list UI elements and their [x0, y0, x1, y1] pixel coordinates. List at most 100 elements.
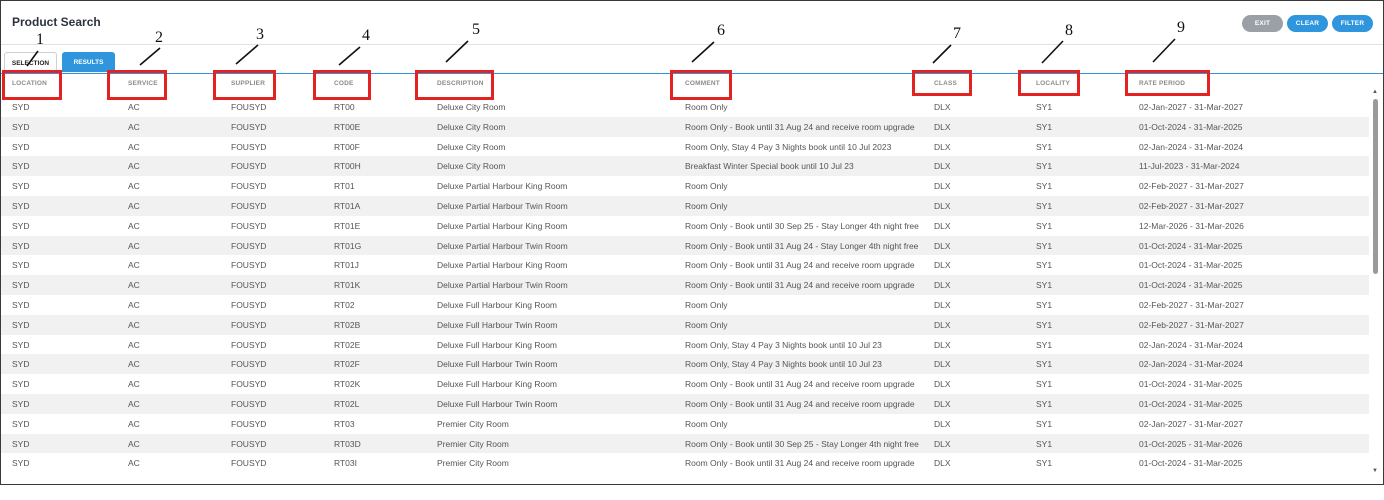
cell-comment: Room Only - Book until 31 Aug 24 and rec…	[685, 121, 915, 132]
table-row[interactable]: SYD AC FOUSYD RT01J Deluxe Partial Harbour K…	[1, 255, 1369, 275]
cell-locality: SY1	[1036, 418, 1053, 429]
cell-description: Deluxe City Room	[437, 121, 506, 132]
cell-code: RT02E	[334, 339, 361, 350]
cell-code: RT03	[334, 418, 355, 429]
cell-location: SYD	[12, 458, 30, 469]
cell-locality: SY1	[1036, 339, 1053, 350]
cell-location: SYD	[12, 359, 30, 370]
cell-service: AC	[128, 181, 140, 192]
cell-code: RT02F	[334, 359, 360, 370]
cell-supplier: FOUSYD	[231, 299, 267, 310]
cell-location: SYD	[12, 181, 30, 192]
cell-comment: Room Only, Stay 4 Pay 3 Nights book unti…	[685, 359, 882, 370]
table-row[interactable]: SYD AC FOUSYD RT01 Deluxe Partial Harbour Ki…	[1, 176, 1369, 196]
cell-locality: SY1	[1036, 438, 1053, 449]
cell-supplier: FOUSYD	[231, 260, 267, 271]
cell-class: DLX	[934, 438, 951, 449]
table-row[interactable]: SYD AC FOUSYD RT01G Deluxe Partial Harbour T…	[1, 235, 1369, 256]
filter-button[interactable]: FILTER	[1332, 15, 1373, 32]
tab-results[interactable]: RESULTS	[62, 52, 115, 72]
cell-rate-period: 02-Jan-2027 - 31-Mar-2027	[1139, 418, 1243, 429]
table-row[interactable]: SYD AC FOUSYD RT03 Premier City Room Room Onl…	[1, 414, 1369, 434]
table-row[interactable]: SYD AC FOUSYD RT03I Premier City Room Room On…	[1, 453, 1369, 473]
cell-location: SYD	[12, 418, 30, 429]
table-row[interactable]: SYD AC FOUSYD RT02L Deluxe Full Harbour Twin…	[1, 393, 1369, 414]
table-row[interactable]: SYD AC FOUSYD RT02F Deluxe Full Harbour Twin…	[1, 354, 1369, 375]
exit-button[interactable]: EXIT	[1242, 15, 1283, 32]
table-row[interactable]: SYD AC FOUSYD RT01E Deluxe Partial Harbour K…	[1, 216, 1369, 236]
cell-service: AC	[128, 398, 140, 409]
cell-service: AC	[128, 260, 140, 271]
cell-locality: SY1	[1036, 379, 1053, 390]
cell-service: AC	[128, 438, 140, 449]
cell-description: Deluxe Full Harbour King Room	[437, 339, 557, 350]
table-row[interactable]: SYD AC FOUSYD RT03D Premier City Room Room On…	[1, 433, 1369, 454]
cell-locality: SY1	[1036, 121, 1053, 132]
cell-service: AC	[128, 458, 140, 469]
table-row[interactable]: SYD AC FOUSYD RT02E Deluxe Full Harbour King…	[1, 335, 1369, 355]
cell-service: AC	[128, 240, 140, 251]
cell-class: DLX	[934, 418, 951, 429]
cell-comment: Room Only, Stay 4 Pay 3 Nights book unti…	[685, 141, 892, 152]
cell-class: DLX	[934, 220, 951, 231]
table-row[interactable]: SYD AC FOUSYD RT00F Deluxe City Room Room Onl…	[1, 137, 1369, 157]
table-row[interactable]: SYD AC FOUSYD RT01K Deluxe Partial Harbour T…	[1, 275, 1369, 295]
cell-service: AC	[128, 121, 140, 132]
cell-rate-period: 02-Feb-2027 - 31-Mar-2027	[1139, 200, 1244, 211]
scrollbar-thumb[interactable]	[1373, 99, 1378, 274]
cell-supplier: FOUSYD	[231, 458, 267, 469]
cell-service: AC	[128, 141, 140, 152]
cell-service: AC	[128, 200, 140, 211]
cell-comment: Room Only - Book until 31 Aug 24 and rec…	[685, 260, 915, 271]
cell-comment: Room Only, Stay 4 Pay 3 Nights book unti…	[685, 339, 882, 350]
cell-location: SYD	[12, 280, 30, 291]
toolbar: EXIT CLEAR FILTER	[1242, 15, 1373, 32]
cell-supplier: FOUSYD	[231, 220, 267, 231]
cell-class: DLX	[934, 299, 951, 310]
cell-locality: SY1	[1036, 141, 1053, 152]
table-row[interactable]: SYD AC FOUSYD RT02B Deluxe Full Harbour Twin…	[1, 314, 1369, 335]
cell-service: AC	[128, 102, 140, 112]
cell-locality: SY1	[1036, 299, 1053, 310]
cell-supplier: FOUSYD	[231, 418, 267, 429]
cell-rate-period: 02-Feb-2027 - 31-Mar-2027	[1139, 181, 1244, 192]
scroll-down-icon[interactable]: ▼	[1372, 468, 1378, 474]
annotation-number: 1	[36, 31, 44, 48]
page-title: Product Search	[12, 15, 101, 29]
cell-code: RT00	[334, 102, 355, 112]
cell-description: Deluxe Partial Harbour King Room	[437, 220, 568, 231]
scroll-up-icon[interactable]: ▲	[1372, 89, 1378, 95]
cell-code: RT01G	[334, 240, 362, 251]
cell-comment: Room Only - Book until 31 Aug 24 and rec…	[685, 379, 915, 390]
cell-rate-period: 01-Oct-2024 - 31-Mar-2025	[1139, 280, 1243, 291]
vertical-scrollbar[interactable]: ▲ ▼	[1371, 89, 1380, 474]
cell-supplier: FOUSYD	[231, 240, 267, 251]
cell-description: Deluxe City Room	[437, 161, 506, 172]
cell-supplier: FOUSYD	[231, 379, 267, 390]
cell-location: SYD	[12, 398, 30, 409]
annotation-box-code	[313, 70, 371, 100]
cell-code: RT03I	[334, 458, 357, 469]
table-row[interactable]: SYD AC FOUSYD RT02K Deluxe Full Harbour King…	[1, 374, 1369, 394]
table-row[interactable]: SYD AC FOUSYD RT00E Deluxe City Room Room Onl…	[1, 116, 1369, 137]
cell-service: AC	[128, 299, 140, 310]
cell-rate-period: 11-Jul-2023 - 31-Mar-2024	[1139, 161, 1240, 172]
cell-rate-period: 01-Oct-2024 - 31-Mar-2025	[1139, 260, 1243, 271]
clear-button[interactable]: CLEAR	[1287, 15, 1328, 32]
cell-service: AC	[128, 359, 140, 370]
cell-location: SYD	[12, 161, 30, 172]
cell-location: SYD	[12, 299, 30, 310]
cell-service: AC	[128, 379, 140, 390]
cell-description: Premier City Room	[437, 458, 509, 469]
table-row[interactable]: SYD AC FOUSYD RT00H Deluxe City Room Breakfas…	[1, 156, 1369, 177]
cell-description: Deluxe City Room	[437, 141, 506, 152]
cell-class: DLX	[934, 398, 951, 409]
cell-service: AC	[128, 339, 140, 350]
cell-class: DLX	[934, 359, 951, 370]
table-row[interactable]: SYD AC FOUSYD RT02 Deluxe Full Harbour King …	[1, 295, 1369, 315]
cell-supplier: FOUSYD	[231, 280, 267, 291]
cell-comment: Breakfast Winter Special book until 10 J…	[685, 161, 854, 172]
cell-code: RT02L	[334, 398, 360, 409]
table-row[interactable]: SYD AC FOUSYD RT01A Deluxe Partial Harbour T…	[1, 195, 1369, 216]
cell-comment: Room Only	[685, 181, 728, 192]
